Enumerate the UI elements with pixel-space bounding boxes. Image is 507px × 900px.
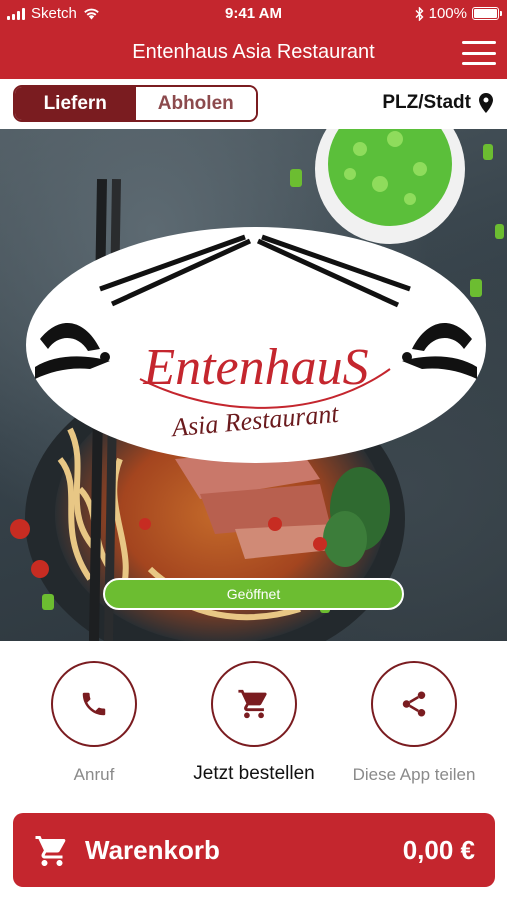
- hero-image: EntenhauS Asia Restaurant Geöffnet: [0, 129, 507, 641]
- order-now-label: Jetzt bestellen: [193, 763, 315, 784]
- phone-icon: [82, 692, 106, 716]
- call-label: Anruf: [73, 765, 115, 784]
- app-screen: Sketch 9:41 AM 100% Entenhaus Asia Resta…: [0, 0, 507, 900]
- share-icon: [402, 691, 426, 717]
- page-title: Entenhaus Asia Restaurant: [132, 41, 375, 63]
- call-button[interactable]: Anruf: [24, 661, 164, 785]
- share-app-label: Diese App teilen: [352, 765, 476, 784]
- title-bar: Entenhaus Asia Restaurant: [0, 27, 507, 79]
- food-photo: EntenhauS Asia Restaurant: [10, 129, 504, 641]
- order-mode-bar: Liefern Abholen PLZ/Stadt: [0, 79, 507, 129]
- cart-icon: [35, 836, 66, 866]
- status-bar: Sketch 9:41 AM 100%: [0, 0, 507, 27]
- tab-abholen[interactable]: Abholen: [135, 87, 256, 120]
- delivery-mode-toggle: Liefern Abholen: [13, 85, 258, 122]
- location-selector[interactable]: PLZ/Stadt: [382, 92, 493, 114]
- map-pin-icon: [479, 93, 493, 113]
- action-row: Anruf Jetzt bestellen Diese App teilen: [0, 641, 507, 811]
- battery-icon: [472, 7, 502, 20]
- status-right: 100%: [415, 5, 502, 22]
- share-circle: [371, 661, 457, 747]
- tab-liefern[interactable]: Liefern: [15, 87, 136, 120]
- cart-icon: [238, 689, 267, 719]
- location-label: PLZ/Stadt: [382, 92, 471, 113]
- battery-percent: 100%: [428, 5, 467, 22]
- status-badge[interactable]: Geöffnet: [103, 578, 404, 610]
- hamburger-menu-icon[interactable]: [461, 38, 497, 68]
- order-now-button[interactable]: Jetzt bestellen: [184, 661, 324, 785]
- logo-name: EntenhauS: [142, 339, 368, 396]
- share-app-button[interactable]: Diese App teilen: [344, 661, 484, 785]
- call-circle: [51, 661, 137, 747]
- cart-label: Warenkorb: [85, 835, 220, 865]
- order-circle: [211, 661, 297, 747]
- cart-total: 0,00 €: [402, 835, 475, 865]
- restaurant-logo: EntenhauS Asia Restaurant: [26, 227, 486, 463]
- cart-button[interactable]: Warenkorb 0,00 €: [13, 813, 495, 887]
- bluetooth-icon: [415, 6, 424, 21]
